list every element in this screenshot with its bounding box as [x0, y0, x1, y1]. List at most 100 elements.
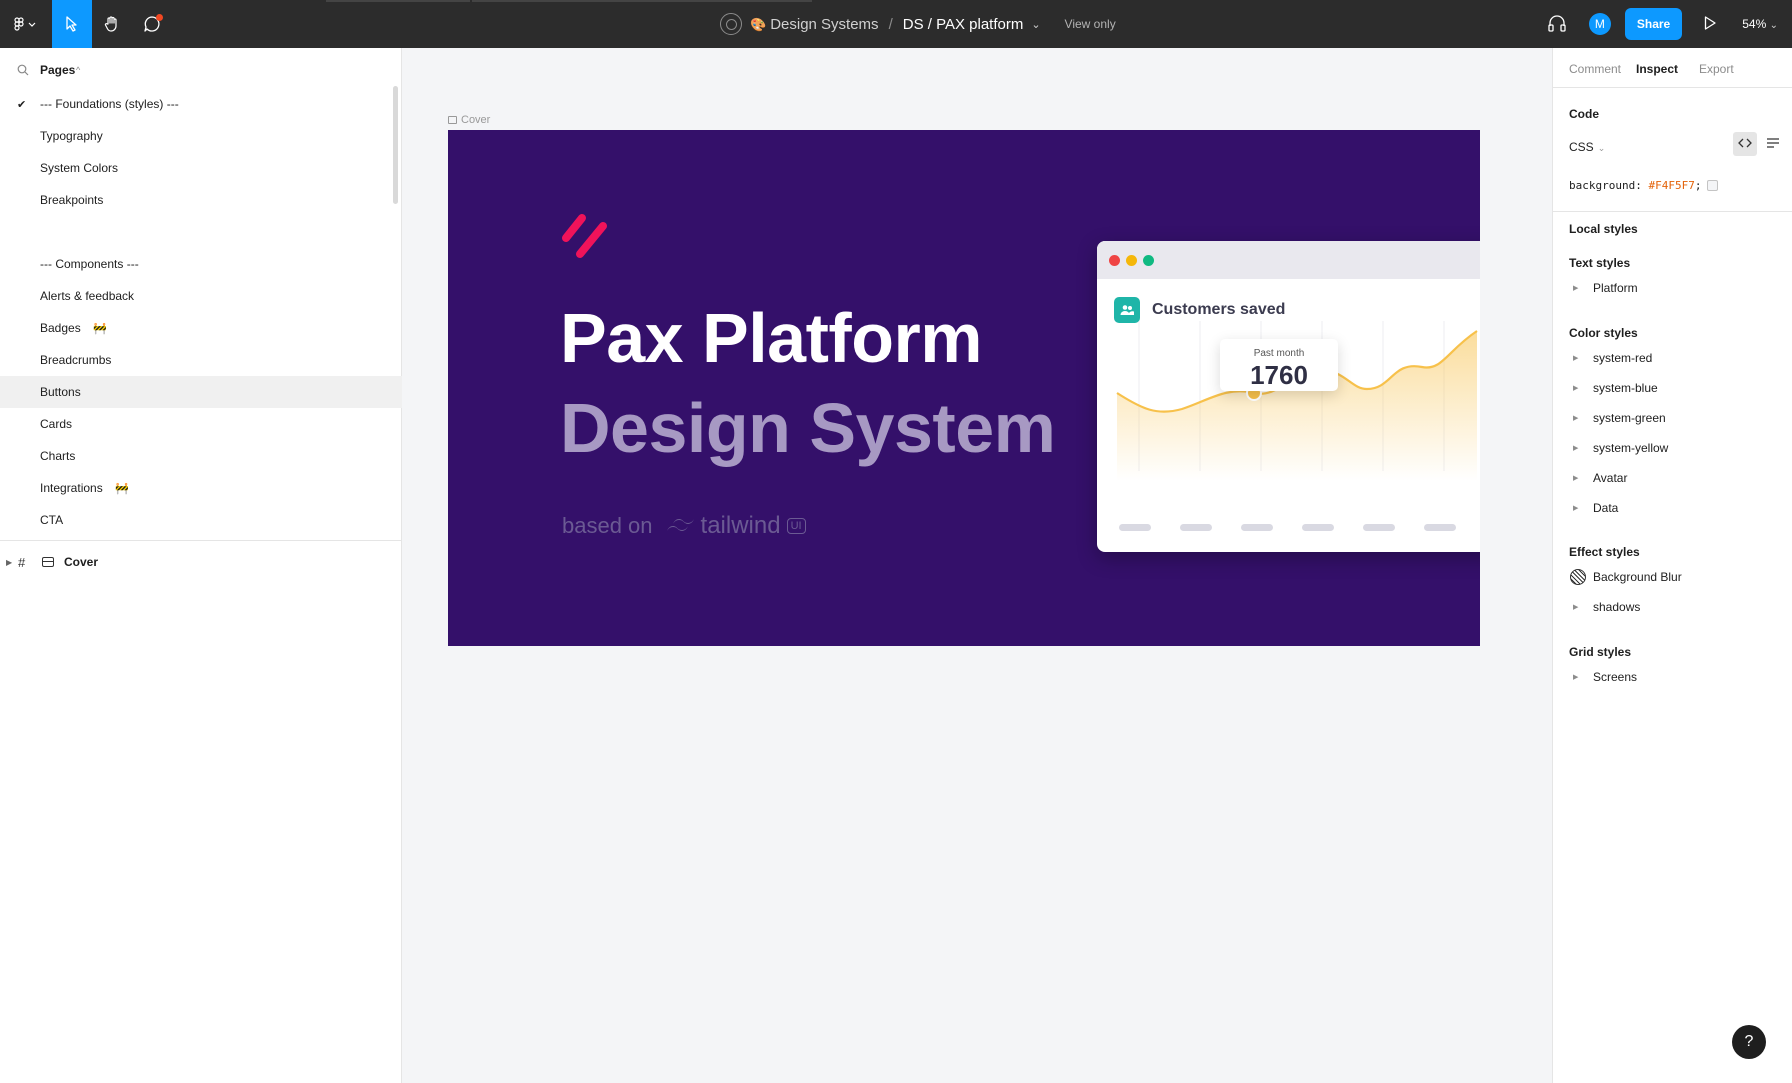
- expand-triangle-icon[interactable]: ▶: [1573, 444, 1578, 452]
- user-avatar[interactable]: M: [1588, 13, 1611, 35]
- css-code-line[interactable]: background: #F4F5F7;: [1569, 179, 1719, 192]
- x-axis-pill: [1302, 524, 1334, 531]
- style-row[interactable]: ▶ Avatar: [1553, 464, 1792, 492]
- page-item[interactable]: Charts: [0, 440, 402, 472]
- construction-badge-icon: 🚧: [115, 482, 129, 495]
- style-row[interactable]: ▶ system-red: [1553, 344, 1792, 372]
- tab-export[interactable]: Export: [1699, 62, 1734, 76]
- hand-tool-button[interactable]: [92, 0, 132, 48]
- expand-triangle-icon[interactable]: ▶: [1573, 504, 1578, 512]
- layer-label: Cover: [64, 555, 99, 569]
- window-titlebar: [1097, 241, 1480, 279]
- background-blur-icon: [1570, 569, 1586, 585]
- hand-icon: [103, 15, 121, 33]
- style-row[interactable]: ▶ system-blue: [1553, 374, 1792, 402]
- breadcrumb-team[interactable]: 🎨 Design Systems: [750, 16, 879, 33]
- language-select[interactable]: CSS ⌄: [1569, 140, 1605, 154]
- x-axis-pill: [1424, 524, 1456, 531]
- share-button[interactable]: Share: [1624, 8, 1683, 40]
- text-lines-icon: [1767, 137, 1779, 151]
- page-item-label: Breakpoints: [40, 193, 104, 207]
- inspect-panel: Comment Inspect Export Code CSS ⌄ backgro…: [1552, 48, 1792, 1083]
- page-item[interactable]: CTA: [0, 504, 402, 536]
- pages-header[interactable]: Pages ^: [0, 56, 402, 84]
- page-item-label: Integrations: [40, 481, 103, 495]
- page-item-label: Alerts & feedback: [40, 289, 135, 303]
- cursor-arrow-icon: [65, 16, 79, 32]
- page-item[interactable]: Integrations 🚧: [0, 472, 402, 504]
- main-menu-button[interactable]: [0, 0, 52, 48]
- tab-comment[interactable]: Comment: [1569, 62, 1621, 76]
- expand-triangle-icon[interactable]: ▶: [1573, 384, 1578, 392]
- file-name[interactable]: DS / PAX platform: [903, 16, 1024, 33]
- style-row[interactable]: ▶ system-green: [1553, 404, 1792, 432]
- page-item-label: Charts: [40, 449, 76, 463]
- expand-triangle-icon[interactable]: ▶: [1573, 284, 1578, 292]
- page-item[interactable]: Breadcrumbs: [0, 344, 402, 376]
- style-row[interactable]: ▶ Data: [1553, 494, 1792, 522]
- move-tool-button[interactable]: [52, 0, 92, 48]
- code-section-title: Code: [1569, 107, 1599, 121]
- page-item-label: Badges: [40, 321, 81, 335]
- frame-label[interactable]: Cover: [448, 114, 490, 126]
- notification-dot: [156, 14, 163, 21]
- ui-badge: UI: [786, 517, 806, 535]
- expand-triangle-icon[interactable]: ▶: [1573, 414, 1578, 422]
- page-item[interactable]: Cards: [0, 408, 402, 440]
- style-row[interactable]: ▶ Screens: [1553, 663, 1792, 691]
- frame-icon: [448, 116, 457, 124]
- tab-inspect[interactable]: Inspect: [1636, 62, 1678, 76]
- cover-title: Pax Platform: [560, 299, 982, 377]
- page-item[interactable]: ✔ --- Foundations (styles) ---: [0, 88, 402, 120]
- palette-icon: 🎨: [750, 16, 767, 32]
- users-icon: [1114, 297, 1140, 323]
- chevron-down-icon[interactable]: ⌄: [1031, 18, 1040, 31]
- css-value: #F4F5F7: [1648, 179, 1695, 192]
- style-label: shadows: [1593, 600, 1641, 614]
- construction-badge-icon: 🚧: [93, 322, 107, 335]
- figma-logo-icon: [14, 17, 38, 31]
- list-view-button[interactable]: [1761, 132, 1785, 156]
- style-row[interactable]: ▶ system-yellow: [1553, 434, 1792, 462]
- style-row[interactable]: ▶ Platform: [1553, 274, 1792, 302]
- expand-triangle-icon[interactable]: ▶: [1573, 603, 1578, 611]
- expand-triangle-icon[interactable]: ▶: [1573, 474, 1578, 482]
- local-styles-title: Local styles: [1569, 222, 1638, 236]
- page-item[interactable]: --- Components ---: [0, 248, 402, 280]
- present-play-icon[interactable]: [1704, 15, 1716, 33]
- zoom-dropdown[interactable]: 54% ⌄: [1742, 17, 1778, 31]
- page-item[interactable]: Badges 🚧: [0, 312, 402, 344]
- grid-styles-title: Grid styles: [1569, 645, 1632, 659]
- layer-row-cover[interactable]: ▶ # Cover: [0, 546, 402, 578]
- style-label: Screens: [1593, 670, 1638, 684]
- zoom-level: 54%: [1742, 17, 1767, 31]
- window-minimize-dot: [1126, 255, 1137, 266]
- canvas[interactable]: Cover Pax Platform Design System based o…: [403, 48, 1552, 1083]
- toolbar-right: M Share 54% ⌄: [1547, 0, 1792, 48]
- style-row[interactable]: ▶ shadows: [1553, 593, 1792, 621]
- style-label: Platform: [1593, 281, 1638, 295]
- toolbar: 🎨 Design Systems / DS / PAX platform ⌄ Vi…: [0, 0, 1792, 48]
- page-item[interactable]: Breakpoints: [0, 184, 402, 216]
- expand-triangle-icon[interactable]: ▶: [6, 558, 12, 567]
- page-item[interactable]: Buttons: [0, 376, 402, 408]
- page-item[interactable]: Typography: [0, 120, 402, 152]
- help-button[interactable]: ?: [1732, 1025, 1766, 1059]
- page-item-label: System Colors: [40, 161, 119, 175]
- search-icon[interactable]: [17, 64, 29, 79]
- scrollbar[interactable]: [393, 86, 398, 204]
- page-item-label: Buttons: [40, 385, 81, 399]
- pages-panel: Pages ^ ✔ --- Foundations (styles) --- Typ…: [0, 48, 402, 1083]
- code-view-button[interactable]: [1733, 132, 1757, 156]
- page-item[interactable]: Alerts & feedback: [0, 280, 402, 312]
- page-item[interactable]: System Colors: [0, 152, 402, 184]
- cover-subtitle: Design System: [560, 389, 1056, 467]
- chevron-up-icon[interactable]: ^: [76, 65, 80, 75]
- headphones-icon[interactable]: [1547, 14, 1567, 35]
- cover-frame[interactable]: Pax Platform Design System based on tail…: [448, 130, 1480, 646]
- expand-triangle-icon[interactable]: ▶: [1573, 673, 1578, 681]
- x-axis-pill: [1241, 524, 1273, 531]
- expand-triangle-icon[interactable]: ▶: [1573, 354, 1578, 362]
- comment-tool-button[interactable]: [132, 0, 172, 48]
- style-row[interactable]: Background Blur: [1553, 563, 1792, 591]
